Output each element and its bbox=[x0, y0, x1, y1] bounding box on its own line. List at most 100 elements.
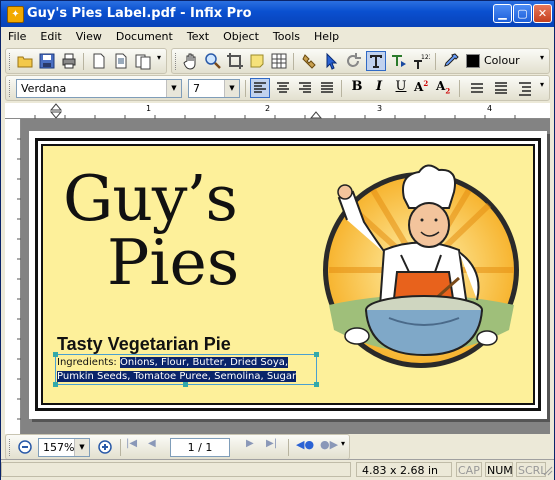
underline-icon[interactable]: U bbox=[392, 79, 410, 97]
minimize-button[interactable]: ▁ bbox=[493, 4, 512, 23]
forward-icon[interactable]: ●▶ bbox=[320, 438, 338, 456]
font-name-select[interactable]: Verdana ▼ bbox=[16, 79, 182, 98]
italic-icon[interactable]: I bbox=[370, 79, 388, 97]
hand-icon[interactable] bbox=[182, 52, 200, 70]
page-number-value: 1 / 1 bbox=[187, 441, 213, 454]
toolbar-separator bbox=[245, 80, 246, 97]
num-lock-indicator: NUM bbox=[485, 462, 513, 477]
open-icon[interactable] bbox=[16, 52, 34, 70]
menu-help[interactable]: Help bbox=[307, 27, 346, 46]
next-page-icon[interactable]: ▶ bbox=[246, 438, 264, 456]
toolbar-separator bbox=[120, 439, 121, 456]
ruler-mark: 2 bbox=[265, 104, 271, 113]
font-name-value: Verdana bbox=[21, 82, 67, 95]
toolbar-overflow-icon[interactable]: ▾ bbox=[157, 53, 161, 62]
app-icon[interactable]: ✦ bbox=[7, 6, 24, 23]
vertical-ruler[interactable] bbox=[5, 119, 21, 434]
toolbar-grip[interactable] bbox=[9, 53, 13, 70]
product-name: Tasty Vegetarian Pie bbox=[57, 334, 231, 354]
close-button[interactable]: ✕ bbox=[533, 4, 552, 23]
app-window: ✦ Guy's Pies Label.pdf - Infix Pro ▁ ▢ ✕… bbox=[0, 0, 555, 480]
menu-object[interactable]: Object bbox=[216, 27, 266, 46]
align-center-icon[interactable] bbox=[274, 79, 292, 97]
chevron-down-icon[interactable]: ▼ bbox=[74, 439, 89, 456]
maximize-button[interactable]: ▢ bbox=[513, 4, 532, 23]
ingredients-text[interactable]: Ingredients: Onions, Flour, Butter, Drie… bbox=[57, 356, 297, 384]
toolbar-grip[interactable] bbox=[9, 439, 13, 456]
label-outer-border: Guy’s Pies Tasty Vegetarian Pie Ingredie… bbox=[35, 138, 541, 411]
pages-icon[interactable] bbox=[134, 52, 152, 70]
text-flow-icon[interactable] bbox=[390, 52, 408, 70]
colour-button[interactable]: Colour bbox=[464, 52, 536, 70]
navigation-toolbar: 157% ▼ |◀ ◀ 1 / 1 ▶ ▶| ◀● ●▶ ▾ bbox=[5, 434, 350, 460]
menu-edit[interactable]: Edit bbox=[33, 27, 68, 46]
new-page-icon[interactable] bbox=[90, 52, 108, 70]
save-icon[interactable] bbox=[38, 52, 56, 70]
svg-text:123: 123 bbox=[421, 54, 430, 61]
toolbar-overflow-icon[interactable]: ▾ bbox=[540, 53, 544, 62]
title-bar[interactable]: ✦ Guy's Pies Label.pdf - Infix Pro ▁ ▢ ✕ bbox=[1, 1, 554, 27]
menu-view[interactable]: View bbox=[69, 27, 109, 46]
zoom-in-icon[interactable] bbox=[96, 438, 114, 456]
ruler-ticks bbox=[34, 103, 516, 119]
toolbar-grip[interactable] bbox=[175, 53, 179, 70]
zoom-out-icon[interactable] bbox=[16, 438, 34, 456]
indent-options-icon[interactable] bbox=[516, 79, 534, 97]
eyedropper-icon[interactable] bbox=[442, 52, 460, 70]
note-icon[interactable] bbox=[248, 52, 266, 70]
last-page-icon[interactable]: ▶| bbox=[266, 438, 284, 456]
menu-tools[interactable]: Tools bbox=[266, 27, 307, 46]
font-size-select[interactable]: 7 ▼ bbox=[188, 79, 240, 98]
align-left-icon bbox=[254, 82, 266, 93]
file-toolbar: ▾ bbox=[5, 48, 167, 74]
toolbar-overflow-icon[interactable]: ▾ bbox=[341, 439, 345, 448]
pointer-icon[interactable] bbox=[322, 52, 340, 70]
page: Guy’s Pies Tasty Vegetarian Pie Ingredie… bbox=[29, 131, 547, 419]
chevron-down-icon[interactable]: ▼ bbox=[166, 80, 181, 97]
page-number-field[interactable]: 1 / 1 bbox=[170, 438, 230, 457]
text-number-icon[interactable]: 123 bbox=[412, 52, 430, 70]
colour-label: Colour bbox=[484, 54, 520, 67]
text-tool-icon bbox=[370, 55, 382, 68]
selection-handle[interactable] bbox=[314, 382, 319, 387]
previous-page-icon[interactable]: ◀ bbox=[148, 438, 166, 456]
align-left-button[interactable] bbox=[250, 78, 270, 98]
brand-line-2: Pies bbox=[107, 226, 240, 299]
chef-illustration bbox=[323, 164, 519, 368]
toolbar-separator bbox=[83, 53, 84, 70]
brand-line-1: Guy’s bbox=[63, 162, 238, 235]
text-tool-button[interactable] bbox=[366, 51, 386, 71]
paragraph-spacing-icon[interactable] bbox=[492, 79, 510, 97]
menu-document[interactable]: Document bbox=[109, 27, 180, 46]
rotate-icon[interactable] bbox=[344, 52, 362, 70]
menu-file[interactable]: File bbox=[1, 27, 33, 46]
bold-icon[interactable]: B bbox=[348, 79, 366, 97]
ingredients-selection-1: Onions, Flour, Butter, Dried Soya, bbox=[119, 357, 289, 368]
document-canvas[interactable]: Guy’s Pies Tasty Vegetarian Pie Ingredie… bbox=[21, 119, 550, 434]
page-icon[interactable] bbox=[112, 52, 130, 70]
resize-grip-icon[interactable] bbox=[543, 466, 553, 476]
menu-text[interactable]: Text bbox=[180, 27, 216, 46]
superscript-icon[interactable]: A2 bbox=[414, 79, 432, 97]
toolbar-overflow-icon[interactable]: ▾ bbox=[540, 80, 544, 89]
align-justify-icon[interactable] bbox=[318, 79, 336, 97]
zoom-select[interactable]: 157% ▼ bbox=[38, 438, 90, 457]
status-bar: 4.83 x 2.68 in CAP NUM SCRL bbox=[1, 459, 554, 480]
subscript-icon[interactable]: A2 bbox=[436, 79, 454, 97]
toolbar-separator bbox=[435, 53, 436, 70]
link-icon[interactable] bbox=[300, 52, 318, 70]
ruler-mark: 3 bbox=[377, 104, 383, 113]
first-page-icon[interactable]: |◀ bbox=[126, 438, 144, 456]
format-toolbar: Verdana ▼ 7 ▼ B I U A2 A2 ▾ bbox=[5, 75, 550, 101]
toolbar-grip[interactable] bbox=[9, 80, 13, 97]
print-icon[interactable] bbox=[60, 52, 78, 70]
table-icon[interactable] bbox=[270, 52, 288, 70]
chevron-down-icon[interactable]: ▼ bbox=[224, 80, 239, 97]
line-spacing-icon[interactable] bbox=[468, 79, 486, 97]
horizontal-ruler[interactable]: 1 2 3 4 bbox=[5, 103, 550, 119]
crop-icon[interactable] bbox=[226, 52, 244, 70]
back-icon[interactable]: ◀● bbox=[296, 438, 314, 456]
align-right-icon[interactable] bbox=[296, 79, 314, 97]
caps-indicator: CAP bbox=[456, 462, 482, 477]
zoom-icon[interactable] bbox=[204, 52, 222, 70]
